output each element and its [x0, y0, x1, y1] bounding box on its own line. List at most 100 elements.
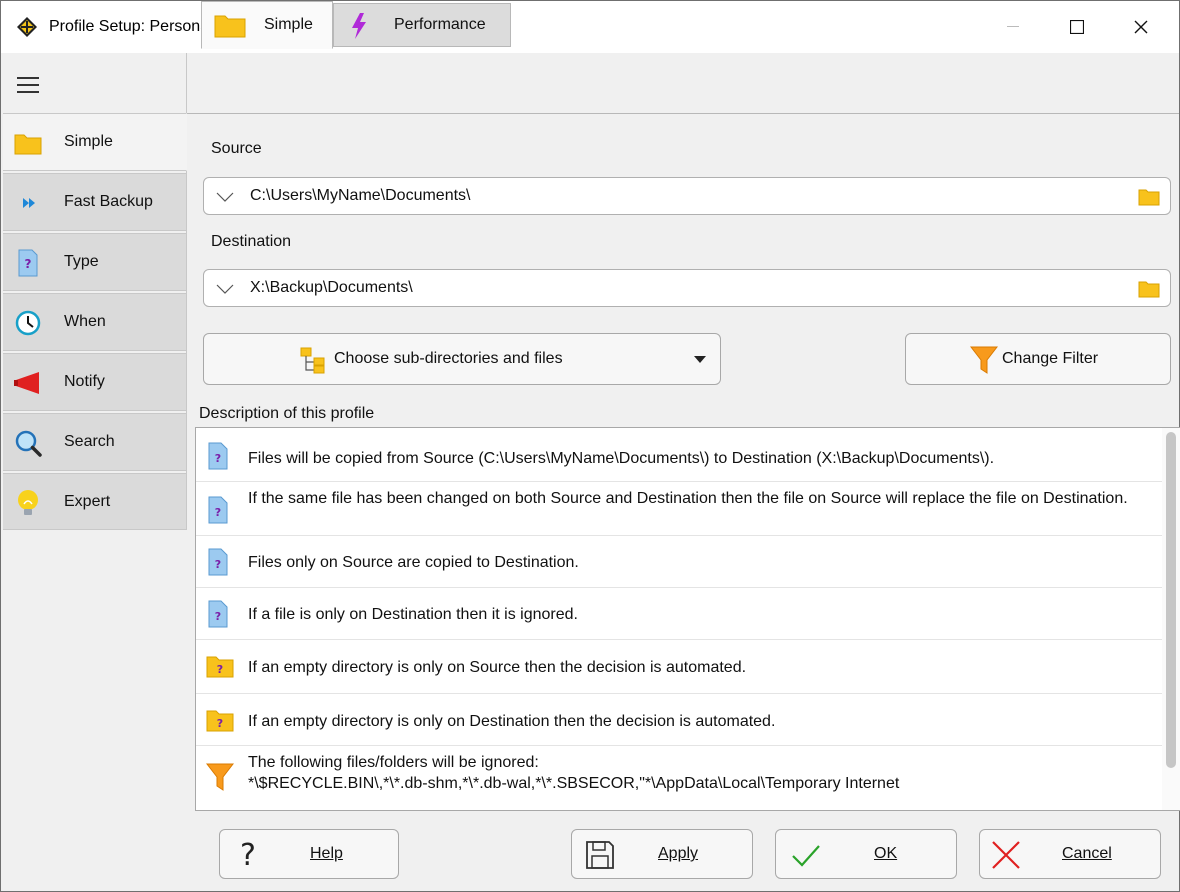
choose-subdirectories-label: Choose sub-directories and files — [334, 350, 563, 367]
sidebar-item-label: Simple — [64, 133, 113, 150]
sidebar-item-fast-backup[interactable]: Fast Backup — [3, 173, 187, 231]
description-text: Files only on Source are copied to Desti… — [248, 554, 579, 571]
sidebar-empty-area — [3, 529, 187, 891]
description-text: If the same file has been changed on bot… — [248, 490, 1128, 507]
magnifier-icon — [15, 430, 42, 457]
browse-folder-icon[interactable] — [1138, 280, 1160, 298]
svg-text:?: ? — [215, 558, 221, 571]
tab-label: Performance — [394, 16, 486, 33]
browse-folder-icon[interactable] — [1138, 188, 1160, 206]
svg-text:?: ? — [240, 838, 256, 870]
destination-label: Destination — [211, 233, 292, 250]
question-file-icon: ? — [208, 496, 228, 524]
source-label: Source — [211, 140, 262, 157]
svg-text:?: ? — [217, 663, 223, 676]
funnel-icon — [970, 346, 998, 374]
tab-label: Simple — [264, 16, 313, 33]
source-path-combo[interactable]: C:\Users\MyName\Documents\ — [203, 177, 1171, 215]
question-file-icon: ? — [208, 442, 228, 470]
ok-button[interactable]: OK — [775, 829, 957, 879]
description-text: If an empty directory is only on Destina… — [248, 713, 776, 730]
choose-subdirectories-button[interactable]: Choose sub-directories and files — [203, 333, 721, 385]
folder-icon — [14, 134, 42, 155]
ok-label: OK — [874, 845, 898, 862]
save-disk-icon — [586, 841, 614, 869]
svg-text:?: ? — [25, 257, 32, 271]
profile-setup-window: Profile Setup: Personal Documents - Simp… — [0, 0, 1180, 892]
svg-text:?: ? — [217, 717, 223, 730]
description-scrollbar[interactable] — [1162, 428, 1180, 810]
apply-button[interactable]: Apply — [571, 829, 753, 879]
apply-label: Apply — [658, 845, 699, 862]
source-path-value: C:\Users\MyName\Documents\ — [250, 187, 471, 204]
change-filter-label: Change Filter — [1002, 350, 1099, 367]
question-mark-icon: ? — [240, 838, 256, 870]
scrollbar-thumb[interactable] — [1166, 432, 1176, 768]
minimize-icon — [1007, 26, 1019, 27]
sidebar-item-notify[interactable]: Notify — [3, 353, 187, 411]
title-bar: Profile Setup: Personal Documents - Simp… — [1, 1, 1179, 53]
app-logo-icon — [17, 17, 37, 37]
close-button[interactable] — [1111, 1, 1171, 53]
question-folder-icon: ? — [206, 710, 234, 732]
sidebar-item-search[interactable]: Search — [3, 413, 187, 471]
cancel-label: Cancel — [1062, 845, 1112, 862]
list-item: The following files/folders will be igno… — [196, 746, 1162, 806]
folder-icon — [214, 15, 246, 38]
minimize-button[interactable] — [983, 1, 1043, 53]
svg-text:?: ? — [215, 452, 221, 465]
description-text: The following files/folders will be igno… — [248, 754, 539, 771]
sidebar-item-when[interactable]: When — [3, 293, 187, 351]
tab-performance[interactable]: Performance — [333, 3, 511, 47]
megaphone-icon — [14, 372, 39, 394]
sidebar-item-label: Type — [64, 253, 99, 270]
question-file-icon: ? — [208, 600, 228, 628]
list-item: ? If an empty directory is only on Desti… — [196, 694, 1162, 746]
maximize-icon — [1070, 20, 1084, 34]
fast-forward-icon — [23, 198, 35, 208]
help-label: Help — [310, 845, 343, 862]
close-icon — [1134, 20, 1148, 34]
clock-icon — [15, 310, 41, 336]
question-folder-icon: ? — [206, 656, 234, 678]
svg-text:?: ? — [215, 506, 221, 519]
question-file-icon: ? — [208, 548, 228, 576]
sidebar-item-simple[interactable]: Simple — [3, 113, 187, 171]
description-text: If a file is only on Destination then it… — [248, 606, 578, 623]
help-button[interactable]: ? Help — [219, 829, 399, 879]
funnel-icon — [206, 763, 234, 791]
maximize-button[interactable] — [1047, 1, 1107, 53]
list-item: ? Files only on Source are copied to Des… — [196, 536, 1162, 588]
dropdown-arrow-icon — [694, 356, 706, 363]
change-filter-button[interactable]: Change Filter — [905, 333, 1171, 385]
checkmark-icon — [792, 845, 820, 867]
sidebar-item-expert[interactable]: Expert — [3, 473, 187, 531]
ignored-patterns-text: *\$RECYCLE.BIN\,*\*.db-shm,*\*.db-wal,*\… — [248, 775, 900, 792]
list-item: ? If the same file has been changed on b… — [196, 482, 1162, 536]
cancel-button[interactable]: Cancel — [979, 829, 1161, 879]
sidebar-item-type[interactable]: ? Type — [3, 233, 187, 291]
description-text: If an empty directory is only on Source … — [248, 659, 747, 676]
lightning-icon — [352, 13, 366, 39]
question-file-icon: ? — [18, 249, 38, 277]
cancel-x-icon — [992, 841, 1020, 869]
destination-path-value: X:\Backup\Documents\ — [250, 279, 413, 296]
chevron-down-icon[interactable] — [216, 284, 234, 294]
sidebar-item-label: Expert — [64, 493, 111, 510]
chevron-down-icon[interactable] — [216, 192, 234, 202]
list-item: ? Files will be copied from Source (C:\U… — [196, 428, 1162, 482]
list-item: ? If an empty directory is only on Sourc… — [196, 640, 1162, 694]
sidebar: Simple Fast Backup ? Type When Notify Se… — [1, 53, 187, 891]
sidebar-item-label: Fast Backup — [64, 193, 153, 210]
tab-strip-border — [187, 113, 1179, 114]
description-list[interactable]: ? Files will be copied from Source (C:\U… — [195, 427, 1180, 811]
sidebar-item-label: Search — [64, 433, 115, 450]
tab-simple[interactable]: Simple — [201, 1, 333, 49]
folder-tree-icon — [300, 347, 325, 374]
sidebar-item-label: Notify — [64, 373, 105, 390]
lightbulb-icon — [18, 490, 38, 515]
hamburger-menu-icon[interactable] — [17, 75, 41, 95]
list-item: ? If a file is only on Destination then … — [196, 588, 1162, 640]
destination-path-combo[interactable]: X:\Backup\Documents\ — [203, 269, 1171, 307]
description-label: Description of this profile — [199, 405, 375, 422]
